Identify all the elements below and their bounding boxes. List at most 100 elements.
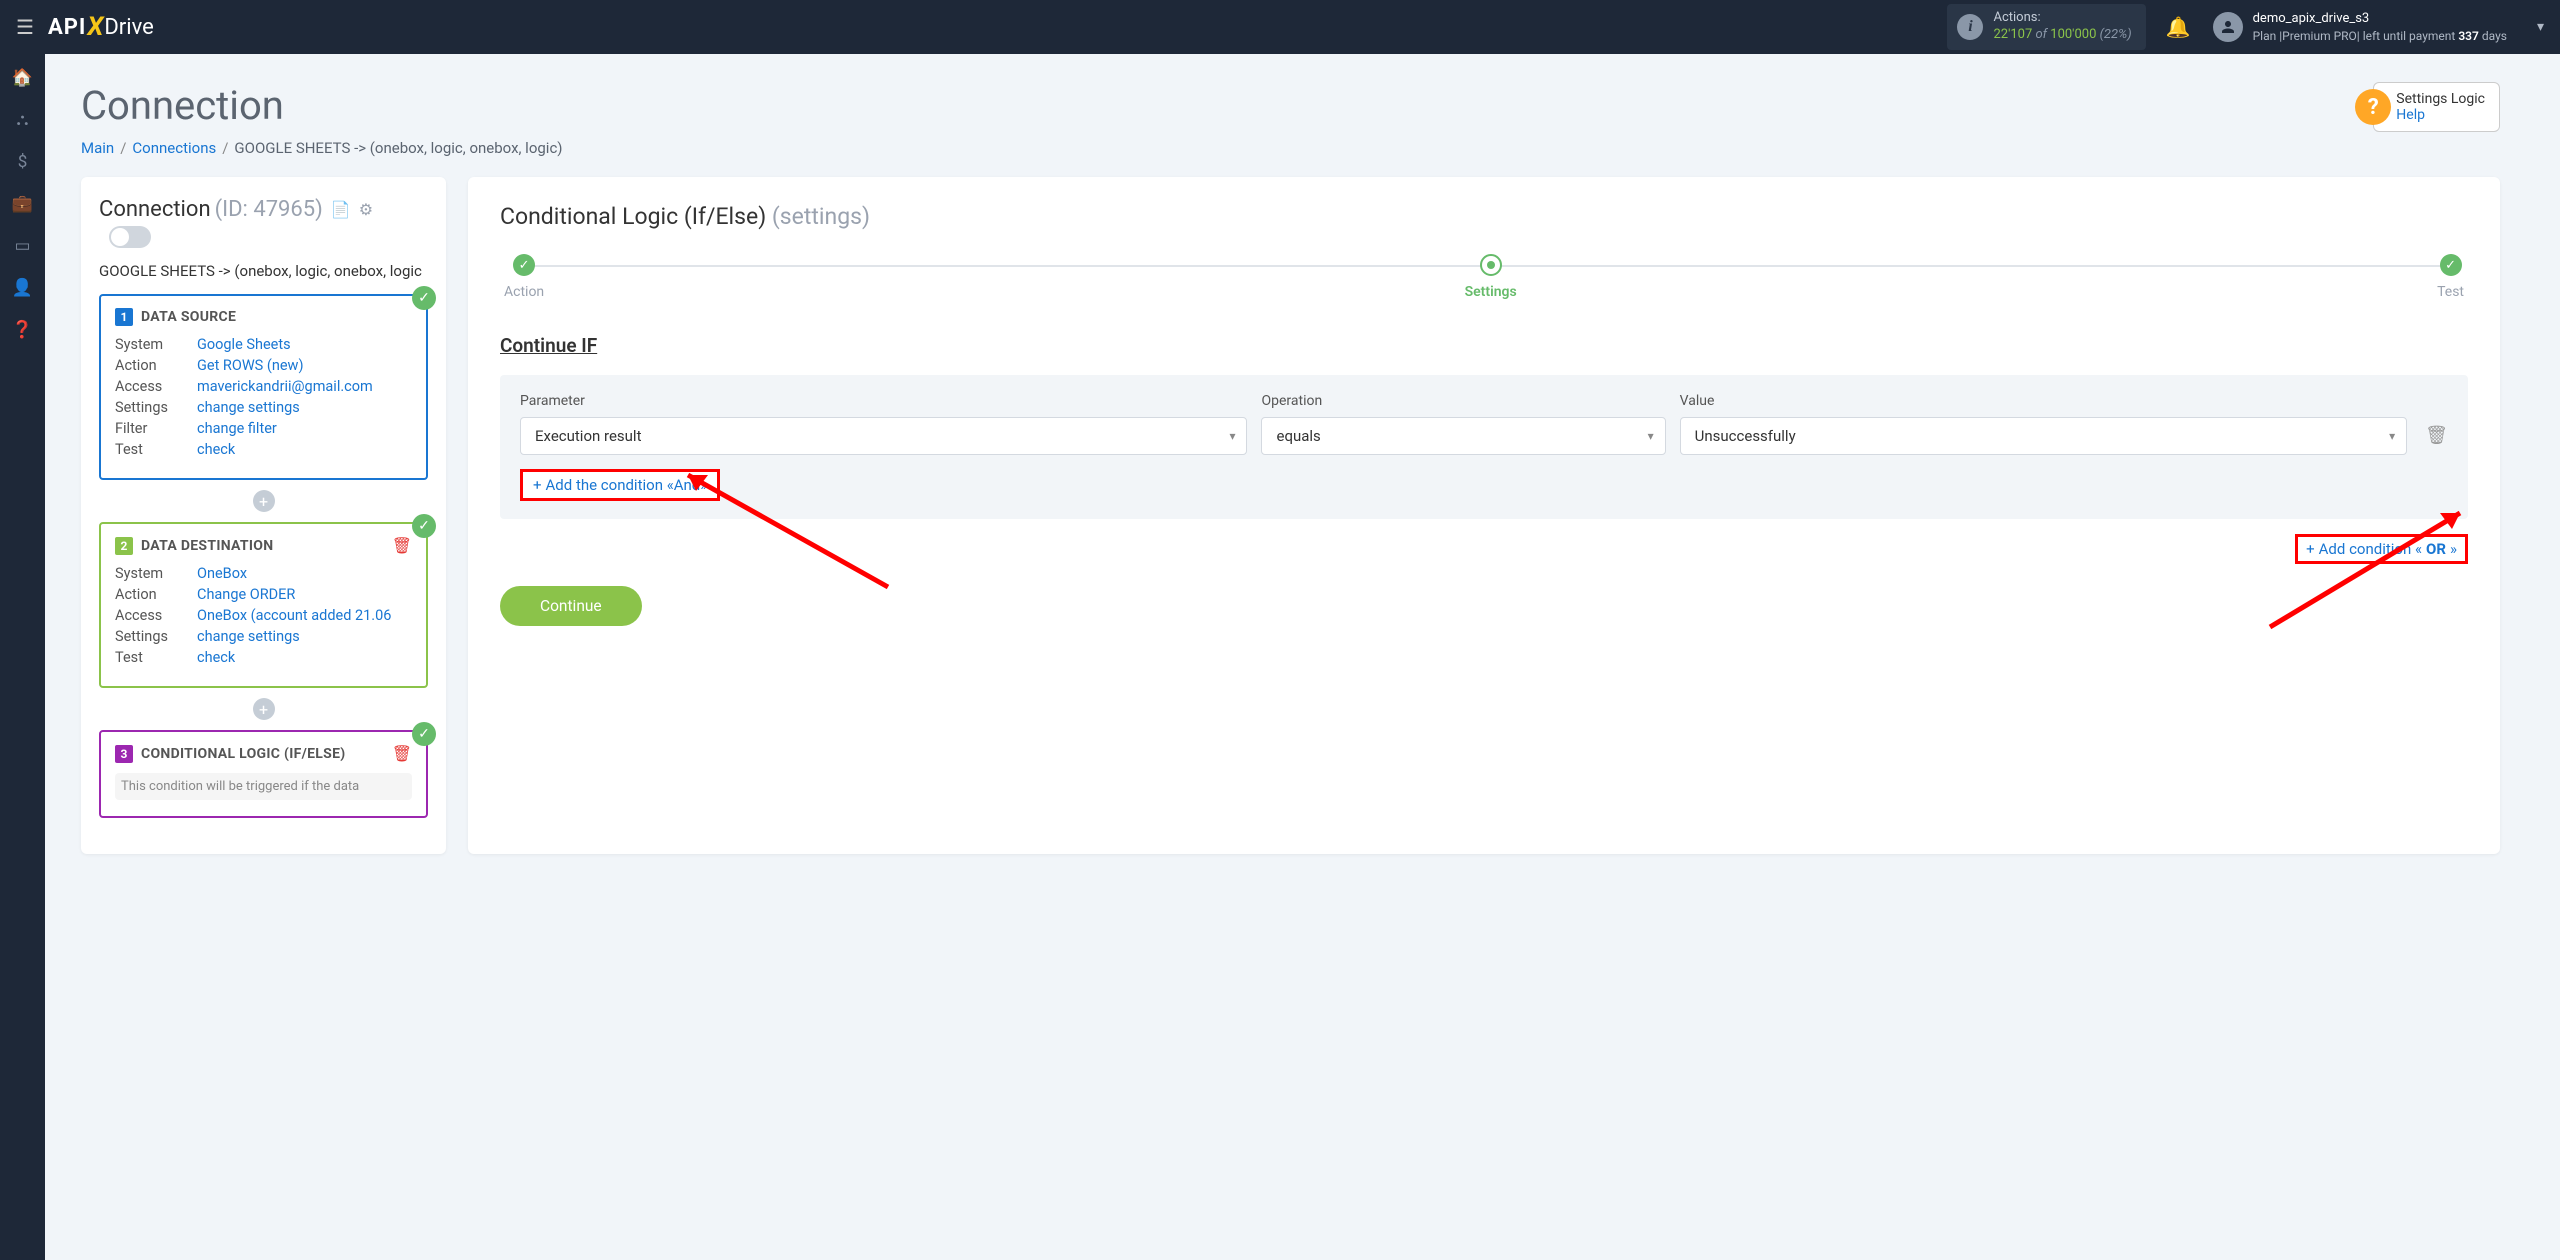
add-or-button[interactable]: + Add condition «OR» <box>2295 534 2468 564</box>
avatar-icon <box>2213 12 2243 42</box>
step-label: Action <box>504 284 544 300</box>
add-step-button[interactable]: + <box>253 698 275 720</box>
add-or-prefix: Add condition « <box>2319 540 2422 558</box>
connection-heading: Connection <box>99 197 211 222</box>
row-value[interactable]: change filter <box>197 420 277 437</box>
bc-connections[interactable]: Connections <box>132 139 216 157</box>
continue-if-heading: Continue IF <box>500 334 2468 357</box>
settings-title-main: Conditional Logic (If/Else) <box>500 203 772 230</box>
row-key: Test <box>115 441 197 458</box>
plus-icon: + <box>533 476 542 494</box>
add-or-bold: OR <box>2426 540 2446 558</box>
panel-number: 2 <box>115 537 133 555</box>
add-step-button[interactable]: + <box>253 490 275 512</box>
settings-title: Conditional Logic (If/Else) (settings) <box>500 203 2468 230</box>
page-title: Connection <box>81 82 2500 129</box>
row-value[interactable]: Change ORDER <box>197 586 295 603</box>
select-value: Execution result <box>520 417 1247 455</box>
panel-title: CONDITIONAL LOGIC (IF/ELSE) <box>141 746 345 762</box>
actions-of: of <box>2032 27 2050 42</box>
user-plan: Plan |Premium PRO| left until payment <box>2253 29 2459 43</box>
menu-icon[interactable]: ☰ <box>16 15 34 39</box>
nav-briefcase-icon[interactable]: 💼 <box>0 194 45 214</box>
row-value[interactable]: maverickandrii@gmail.com <box>197 378 373 395</box>
annotation-arrow <box>2260 507 2470 637</box>
row-key: Access <box>115 378 197 395</box>
row-key: Access <box>115 607 197 624</box>
nav-billing-icon[interactable]: $ <box>0 152 45 172</box>
actions-text: Actions: 22'107 of 100'000 (22%) <box>1993 10 2131 44</box>
panel-number: 3 <box>115 745 133 763</box>
nav-help-icon[interactable]: ❓ <box>0 320 45 340</box>
row-value[interactable]: check <box>197 649 235 666</box>
row-key: Settings <box>115 628 197 645</box>
row-key: Action <box>115 357 197 374</box>
step-settings[interactable]: Settings <box>1465 254 1517 300</box>
actions-pct: (22%) <box>2096 27 2131 42</box>
row-value[interactable]: OneBox <box>197 565 247 582</box>
bc-main[interactable]: Main <box>81 139 114 157</box>
help-link[interactable]: Help <box>2396 107 2485 123</box>
connection-path: GOOGLE SHEETS -> (onebox, logic, onebox,… <box>99 262 428 280</box>
logo-api: API <box>48 15 86 40</box>
nav-youtube-icon[interactable]: ▭ <box>0 236 45 256</box>
continue-button[interactable]: Continue <box>500 586 642 626</box>
label-parameter: Parameter <box>520 393 1247 409</box>
value-select[interactable]: Unsuccessfully ▾ <box>1680 417 2407 455</box>
data-destination-panel: ✓ 2 DATA DESTINATION 🗑 SystemOneBox Acti… <box>99 522 428 688</box>
panel-note: This condition will be triggered if the … <box>115 773 412 800</box>
step-label: Test <box>2437 284 2464 300</box>
select-value: equals <box>1261 417 1665 455</box>
row-value[interactable]: change settings <box>197 628 300 645</box>
trash-icon[interactable]: 🗑 <box>392 536 412 555</box>
step-action[interactable]: ✓Action <box>504 254 544 300</box>
gear-icon[interactable]: ⚙ <box>359 200 373 219</box>
user-info: demo_apix_drive_s3 Plan |Premium PRO| le… <box>2253 10 2507 44</box>
add-and-button[interactable]: + Add the condition «And» <box>520 469 720 501</box>
user-days: 337 <box>2458 29 2479 43</box>
check-icon: ✓ <box>412 722 436 746</box>
operation-select[interactable]: equals ▾ <box>1261 417 1665 455</box>
step-test[interactable]: ✓Test <box>2437 254 2464 300</box>
actions-total: 100'000 <box>2050 27 2096 42</box>
topbar: ☰ API X Drive i Actions: 22'107 of 100'0… <box>0 0 2560 54</box>
help-box[interactable]: Settings Logic Help <box>2373 82 2500 132</box>
user-menu[interactable]: demo_apix_drive_s3 Plan |Premium PRO| le… <box>2213 10 2544 44</box>
actions-counter[interactable]: i Actions: 22'107 of 100'000 (22%) <box>1947 4 2145 50</box>
enable-toggle[interactable] <box>109 226 151 248</box>
label-operation: Operation <box>1261 393 1665 409</box>
row-value[interactable]: check <box>197 441 235 458</box>
logo[interactable]: API X Drive <box>48 12 154 42</box>
conditional-logic-panel: ✓ 3 CONDITIONAL LOGIC (IF/ELSE) 🗑 This c… <box>99 730 428 818</box>
help-badge: ? Settings Logic Help <box>2355 82 2500 132</box>
actions-used: 22'107 <box>1993 27 2032 42</box>
delete-condition-button[interactable]: 🗑 <box>2425 425 2448 455</box>
add-and-label: Add the condition «And» <box>546 476 708 494</box>
main-area: ? Settings Logic Help Connection Main/Co… <box>45 54 2560 1260</box>
row-value[interactable]: OneBox (account added 21.06 <box>197 607 391 624</box>
row-value[interactable]: change settings <box>197 399 300 416</box>
row-value[interactable]: Get ROWS (new) <box>197 357 304 374</box>
add-or-suffix: » <box>2450 540 2457 558</box>
document-icon[interactable]: 📄 <box>331 200 351 219</box>
user-days-suffix: days <box>2479 29 2507 43</box>
row-key: Action <box>115 586 197 603</box>
panel-title: DATA DESTINATION <box>141 538 273 554</box>
data-source-panel: ✓ 1 DATA SOURCE SystemGoogle Sheets Acti… <box>99 294 428 480</box>
bell-icon[interactable]: 🔔 <box>2166 15 2191 39</box>
sidenav: 🏠 ⛬ $ 💼 ▭ 👤 ❓ <box>0 54 45 1260</box>
user-name: demo_apix_drive_s3 <box>2253 10 2507 28</box>
parameter-select[interactable]: Execution result ▾ <box>520 417 1247 455</box>
row-value[interactable]: Google Sheets <box>197 336 291 353</box>
nav-account-icon[interactable]: 👤 <box>0 278 45 298</box>
stepper: ✓Action Settings ✓Test <box>500 254 2468 300</box>
info-icon: i <box>1957 14 1983 40</box>
trash-icon[interactable]: 🗑 <box>392 744 412 763</box>
select-value: Unsuccessfully <box>1680 417 2407 455</box>
panel-number: 1 <box>115 308 133 326</box>
nav-home-icon[interactable]: 🏠 <box>0 68 45 88</box>
label-value: Value <box>1680 393 2407 409</box>
bc-current: GOOGLE SHEETS -> (onebox, logic, onebox,… <box>234 139 562 157</box>
step-label: Settings <box>1465 284 1517 300</box>
nav-connections-icon[interactable]: ⛬ <box>0 110 45 130</box>
